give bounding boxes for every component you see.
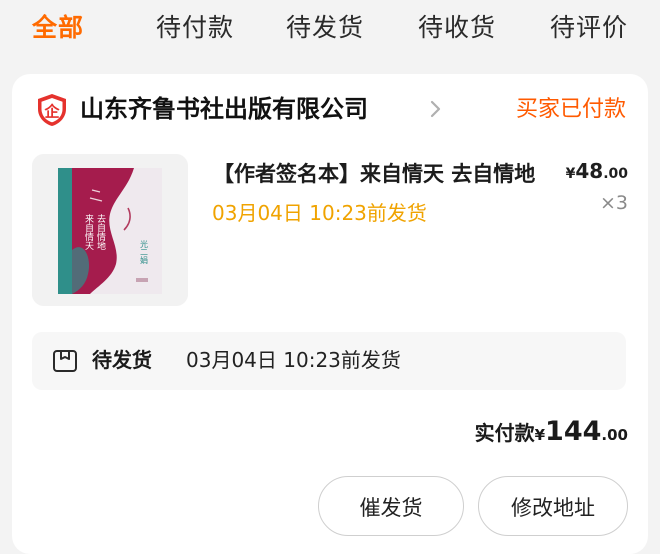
modify-address-button[interactable]: 修改地址: [478, 476, 628, 536]
logistics-status-box[interactable]: 待发货 03月04日 10:23前发货: [32, 332, 626, 390]
remind-shipment-button[interactable]: 催发货: [318, 476, 464, 536]
shop-logo-glyph: 企: [43, 103, 60, 121]
order-status: 买家已付款: [515, 97, 626, 122]
cover-author: 光二娟: [140, 239, 149, 265]
unit-price-symbol: ¥: [565, 166, 576, 182]
tab-pending-shipment[interactable]: 待发货: [286, 10, 364, 46]
unit-price-integer: 48: [575, 159, 604, 183]
cover-title-line2: 去自情地: [95, 213, 106, 250]
ship-deadline: 03月04日 10:23前发货: [212, 201, 427, 225]
total-paid-symbol: ¥: [534, 426, 546, 444]
product-cover-image[interactable]: 来自情天 去自情地 光二娟: [32, 154, 188, 306]
total-paid-decimal: .00: [601, 426, 628, 444]
product-title[interactable]: 【作者签名本】来自情天 去自情地: [213, 158, 553, 190]
order-tabs: 全部 待付款 待发货 待收货 待评价: [0, 0, 660, 64]
tab-all[interactable]: 全部: [32, 10, 84, 46]
logistics-label: 待发货: [92, 348, 152, 372]
total-paid-integer: 144: [545, 416, 602, 447]
enterprise-shield-icon: 企: [34, 92, 70, 128]
tab-pending-review[interactable]: 待评价: [550, 10, 628, 46]
unit-price: ¥48.00: [566, 156, 628, 189]
chevron-right-icon[interactable]: [426, 99, 446, 119]
package-box-icon: [52, 349, 78, 373]
cover-title-line1: 来自情天: [83, 214, 94, 251]
unit-price-decimal: .00: [603, 166, 628, 182]
total-paid: 实付款¥144.00: [475, 412, 628, 455]
total-paid-label: 实付款: [474, 421, 535, 445]
quantity: ×3: [599, 192, 628, 214]
tab-pending-payment[interactable]: 待付款: [156, 10, 234, 46]
tab-pending-receipt[interactable]: 待收货: [418, 10, 496, 46]
cover-spine: [58, 168, 72, 294]
order-card[interactable]: 企 山东齐鲁书社出版有限公司 买家已付款 来自情天 去自情地 光二娟 【作者签名…: [12, 74, 648, 554]
shop-name[interactable]: 山东齐鲁书社出版有限公司: [80, 90, 368, 128]
logistics-text: 03月04日 10:23前发货: [186, 348, 401, 372]
